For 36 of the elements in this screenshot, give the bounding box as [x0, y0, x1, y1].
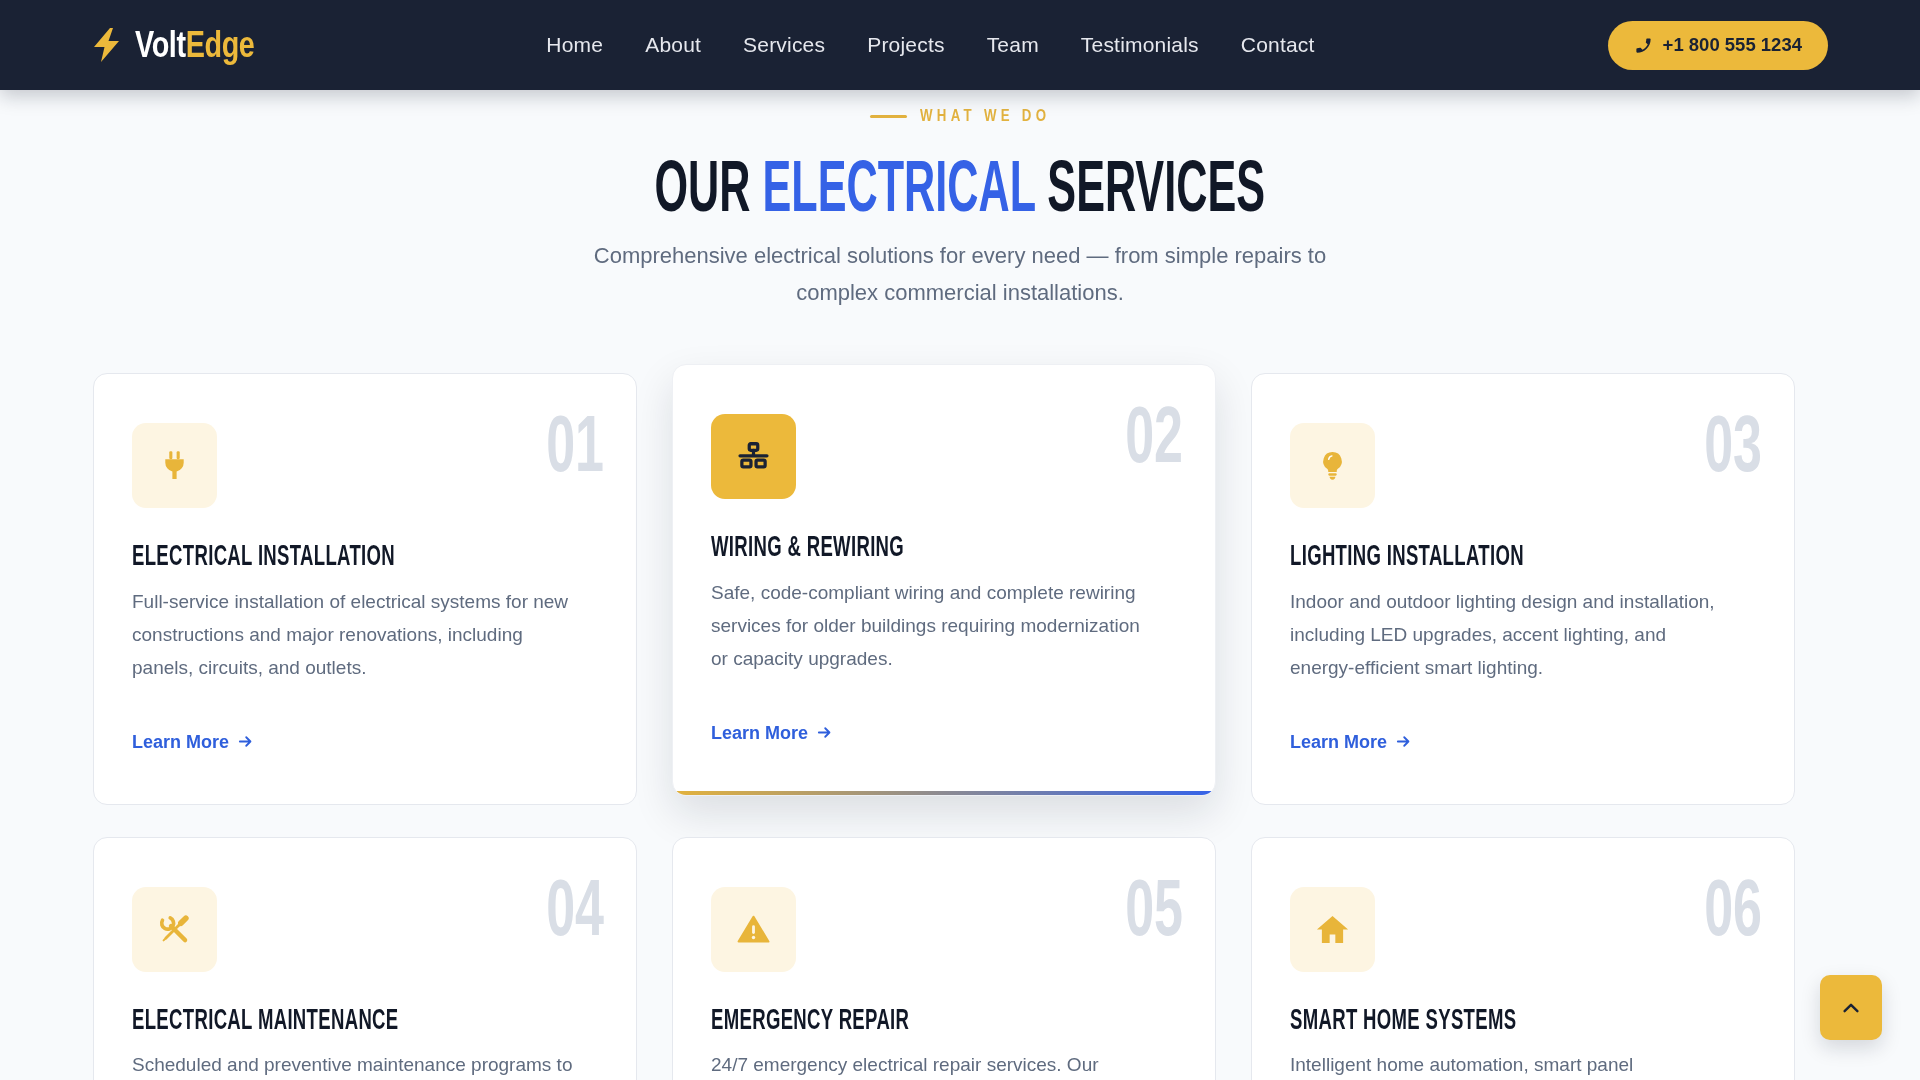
service-description: Full-service installation of electrical systems for new constructions and major renovations, including panels, circuits, and outlets.: [132, 589, 570, 680]
service-description: Indoor and outdoor lighting design and installation, including LED upgrades, accent lighting, and energy-efficient smart lighting.: [1290, 589, 1716, 680]
tools-icon: [132, 886, 217, 972]
service-description: Intelligent home automation, smart panel: [1290, 1053, 1635, 1077]
service-title: WIRING & REWIRING: [711, 529, 905, 564]
plug-icon: [132, 423, 217, 508]
lightbulb-icon: [1290, 423, 1375, 508]
logo-text[interactable]: VoltEdge: [135, 27, 255, 63]
service-description: 24/7 emergency electrical repair services. Our: [711, 1053, 1100, 1077]
service-title: SMART HOME SYSTEMS: [1290, 1001, 1517, 1037]
service-title: LIGHTING INSTALLATION: [1290, 538, 1524, 573]
learn-more-link[interactable]: Learn More: [1290, 729, 1413, 754]
service-title: ELECTRICAL MAINTENANCE: [132, 1001, 399, 1037]
phone-button[interactable]: +1 800 555 1234: [1607, 20, 1828, 70]
nav-link[interactable]: Team: [986, 33, 1039, 57]
service-description: Scheduled and preventive maintenance programs to: [132, 1053, 573, 1077]
section-eyebrow: WHAT WE DO: [919, 106, 1051, 126]
section-subtitle: Comprehensive electrical solutions for every need — from simple repairs to complex commercial installations.: [592, 242, 1328, 307]
nav-link[interactable]: Projects: [867, 33, 945, 57]
nav-link[interactable]: Testimonials: [1080, 33, 1199, 57]
nav-link[interactable]: Home: [546, 33, 604, 57]
learn-more-link[interactable]: Learn More: [711, 720, 834, 745]
house-icon: [1290, 886, 1375, 972]
service-description: Safe, code-compliant wiring and complete rewiring services for older buildings requiring modernization or capacity upgrades.: [711, 580, 1141, 671]
network-icon: [711, 414, 796, 499]
section-title: OUR ELECTRICAL SERVICES: [654, 150, 1266, 222]
phone-icon: [1633, 35, 1653, 55]
lightning-bolt-icon: [92, 28, 121, 62]
warning-icon: [711, 886, 796, 972]
nav-link[interactable]: Contact: [1240, 33, 1315, 57]
learn-more-link[interactable]: Learn More: [132, 729, 255, 754]
service-title: ELECTRICAL INSTALLATION: [132, 538, 396, 573]
service-title: EMERGENCY REPAIR: [711, 1001, 910, 1037]
nav-link[interactable]: Services: [743, 33, 826, 57]
back-to-top-button[interactable]: [1820, 975, 1882, 1040]
nav-link[interactable]: About: [645, 33, 702, 57]
